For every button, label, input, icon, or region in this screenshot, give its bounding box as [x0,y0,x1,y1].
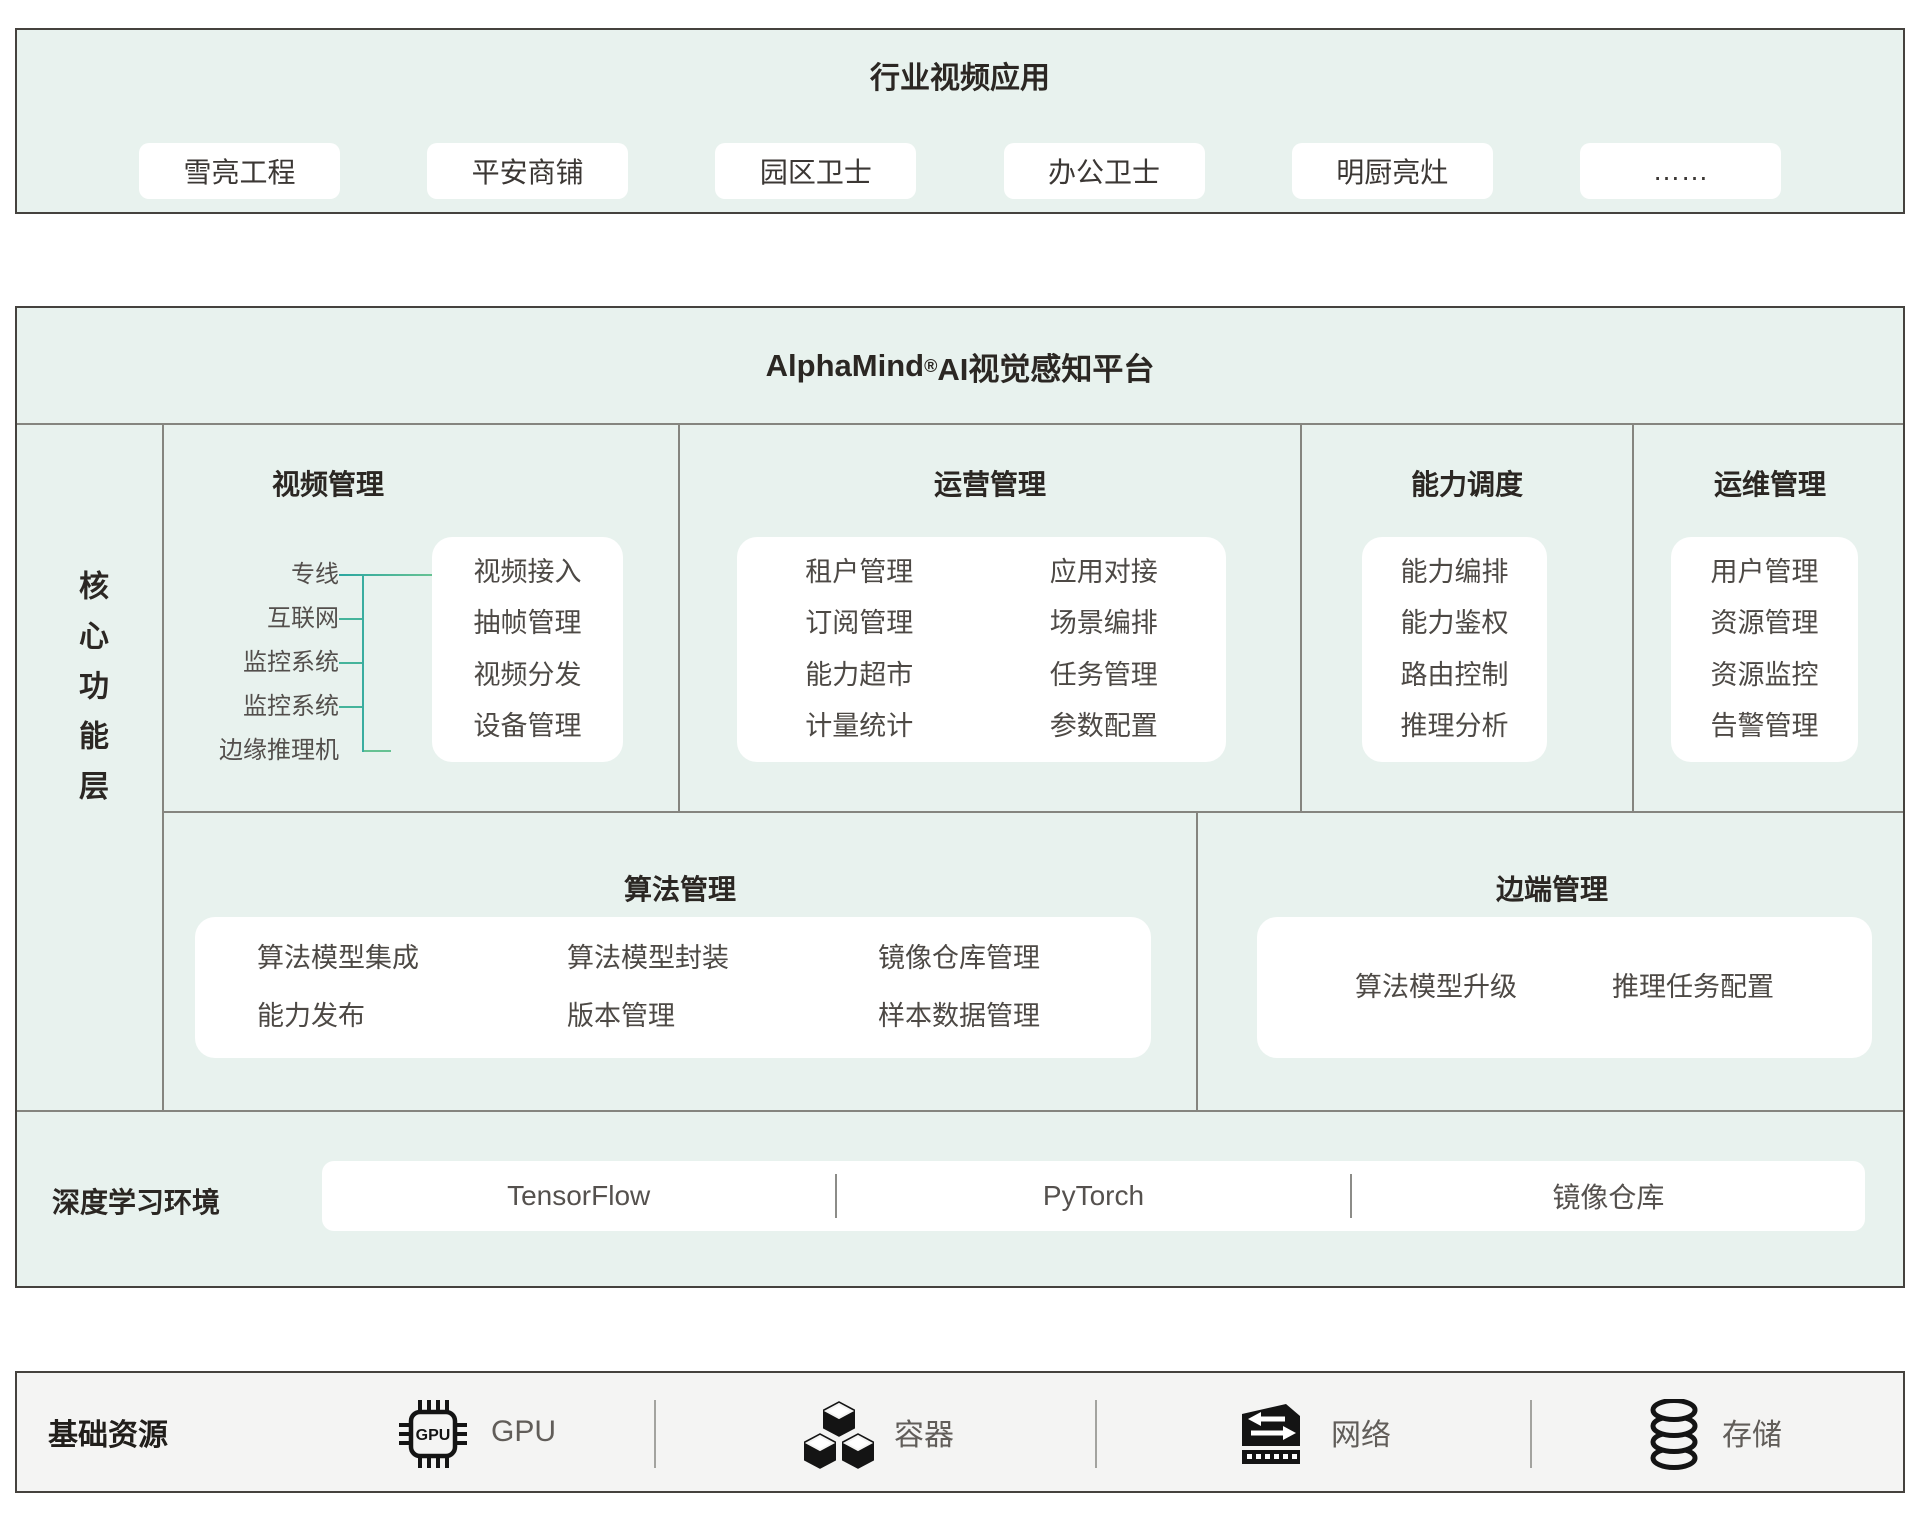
operations-col-1: 租户管理 订阅管理 能力超市 计量统计 [737,537,982,762]
video-mgmt-card: 视频接入 抽帧管理 视频分发 设备管理 [432,537,623,762]
operations-mgmt-title: 运营管理 [679,466,1301,504]
platform-panel: AlphaMind® AI视觉感知平台 核心功能层 视频管理 运营管理 能力调度… [15,306,1905,1288]
architecture-diagram: 行业视频应用 雪亮工程 平安商铺 园区卫士 办公卫士 明厨亮灶 …… Alpha… [0,0,1920,1522]
capability-scheduling-title: 能力调度 [1301,466,1633,504]
resource-label-gpu: GPU [491,1373,556,1491]
video-source-label: 专线 [189,560,339,590]
connector-line-main [339,574,432,576]
platform-brand: AlphaMind [766,348,924,384]
algorithm-item: 算法模型封装 [567,942,729,975]
video-mgmt-title: 视频管理 [163,466,493,504]
resource-label-container: 容器 [894,1373,954,1491]
video-source-label: 边缘推理机 [189,736,339,766]
connector-line [339,706,363,708]
algorithm-mgmt-title: 算法管理 [163,871,1197,909]
video-item: 视频分发 [474,659,582,692]
app-chip-mingchu: 明厨亮灶 [1292,143,1493,199]
algorithm-col-1: 算法模型集成 能力发布 [257,917,419,1058]
video-source-label: 互联网 [189,604,339,634]
dl-env-pytorch: PyTorch [837,1180,1350,1212]
platform-title: AlphaMind® AI视觉感知平台 [17,308,1903,424]
gpu-chip-icon: GPU [397,1398,469,1475]
maintenance-item: 告警管理 [1711,710,1819,743]
edge-item: 算法模型升级 [1355,971,1517,1004]
edge-mgmt-card: 算法模型升级 推理任务配置 [1257,917,1872,1058]
operations-col-2: 应用对接 场景编排 任务管理 参数配置 [982,537,1227,762]
app-chip-yuanqu: 园区卫士 [715,143,916,199]
connector-line [339,618,363,620]
connector-line-stub [363,750,391,752]
container-cubes-icon [803,1399,875,1476]
edge-item: 推理任务配置 [1612,971,1774,1004]
divider-row2-dlenv [17,1110,1903,1112]
resource-label-storage: 存储 [1722,1373,1782,1491]
maintenance-item: 资源管理 [1711,607,1819,640]
video-item: 视频接入 [474,556,582,589]
algorithm-col-2: 算法模型封装 版本管理 [567,917,729,1058]
platform-title-suffix: AI视觉感知平台 [937,344,1154,389]
algorithm-item: 版本管理 [567,1000,675,1033]
ops-maintenance-card: 用户管理 资源管理 资源监控 告警管理 [1671,537,1858,762]
core-layer-label: 核心功能层 [17,424,163,1111]
divider-under-title [17,423,1903,425]
app-chip-xueliang: 雪亮工程 [139,143,340,199]
scheduling-item: 推理分析 [1401,710,1509,743]
algorithm-col-3: 镜像仓库管理 样本数据管理 [878,917,1040,1058]
algorithm-item: 算法模型集成 [257,942,419,975]
edge-mgmt-title: 边端管理 [1197,871,1907,909]
base-resources-label: 基础资源 [48,1373,168,1491]
network-switch-icon [1238,1402,1306,1471]
industry-apps-row: 雪亮工程 平安商铺 园区卫士 办公卫士 明厨亮灶 …… [17,143,1903,199]
dl-env-bar: TensorFlow PyTorch 镜像仓库 [322,1161,1865,1231]
resource-label-network: 网络 [1331,1373,1391,1491]
storage-database-icon [1642,1399,1706,1476]
algorithm-item: 能力发布 [257,1000,365,1033]
scheduling-item: 能力编排 [1401,556,1509,589]
video-item: 设备管理 [474,710,582,743]
operations-item: 计量统计 [805,710,913,743]
operations-item: 订阅管理 [805,607,913,640]
operations-item: 场景编排 [1050,607,1158,640]
app-chip-ellipsis: …… [1580,143,1781,199]
video-source-label: 监控系统 [189,692,339,722]
dl-env-registry: 镜像仓库 [1352,1176,1865,1216]
algorithm-item: 样本数据管理 [878,1000,1040,1033]
connector-line-vertical [362,574,364,752]
scheduling-item: 路由控制 [1401,659,1509,692]
base-resources-panel: 基础资源 GPU GPU [15,1371,1905,1493]
algorithm-item: 镜像仓库管理 [878,942,1040,975]
ops-maintenance-title: 运维管理 [1633,466,1907,504]
industry-apps-title: 行业视频应用 [17,60,1903,98]
divider-row1-row2 [162,811,1903,813]
algorithm-mgmt-card: 算法模型集成 能力发布 算法模型封装 版本管理 镜像仓库管理 样本数据管理 [195,917,1151,1058]
scheduling-item: 能力鉴权 [1401,607,1509,640]
maintenance-item: 资源监控 [1711,659,1819,692]
maintenance-item: 用户管理 [1711,556,1819,589]
dl-env-label: 深度学习环境 [52,1111,220,1290]
resource-divider [1530,1400,1532,1468]
connector-line [339,662,363,664]
operations-item: 任务管理 [1050,659,1158,692]
resource-divider [1095,1400,1097,1468]
operations-item: 租户管理 [805,556,913,589]
resource-divider [654,1400,656,1468]
video-source-label: 监控系统 [189,648,339,678]
operations-item: 应用对接 [1050,556,1158,589]
operations-mgmt-card: 租户管理 订阅管理 能力超市 计量统计 应用对接 场景编排 任务管理 参数配置 [737,537,1226,762]
divider-algo-edge [1196,812,1198,1111]
app-chip-bangong: 办公卫士 [1004,143,1205,199]
operations-item: 参数配置 [1050,710,1158,743]
app-chip-pingan: 平安商铺 [427,143,628,199]
video-item: 抽帧管理 [474,607,582,640]
operations-item: 能力超市 [805,659,913,692]
capability-scheduling-card: 能力编排 能力鉴权 路由控制 推理分析 [1362,537,1547,762]
dl-env-tensorflow: TensorFlow [322,1180,835,1212]
svg-text:GPU: GPU [416,1427,451,1444]
industry-apps-panel: 行业视频应用 雪亮工程 平安商铺 园区卫士 办公卫士 明厨亮灶 …… [15,28,1905,214]
